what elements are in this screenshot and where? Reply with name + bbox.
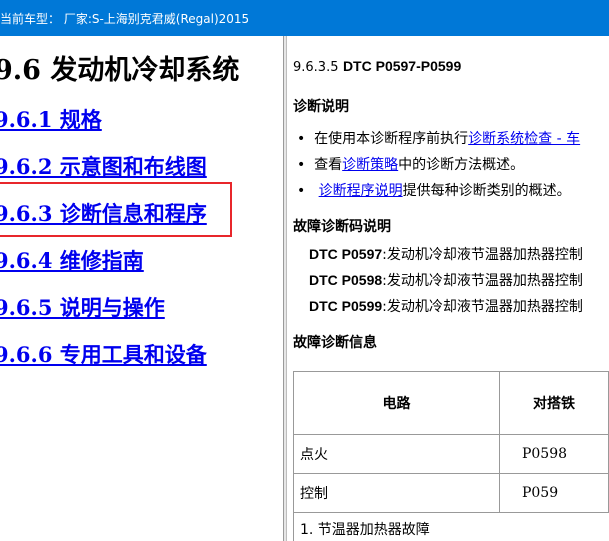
dtc-code: DTC P0597	[309, 246, 383, 262]
table-header-circuit: 电路	[293, 371, 500, 435]
bullet-dot-icon: •	[297, 157, 306, 173]
dtc-item: DTC P0597:发动机冷却液节温器加热器控制	[309, 244, 583, 264]
toc-link-special-tools[interactable]: 9.6.6 专用工具和设备	[0, 339, 207, 369]
dtc-item: DTC P0599:发动机冷却液节温器加热器控制	[309, 296, 583, 316]
bullet-text: 提供每种诊断类别的概述。	[402, 183, 571, 199]
diagnostic-procedure-link[interactable]: 诊断程序说明	[319, 183, 403, 199]
table-row: 点火 P0598	[293, 434, 609, 474]
diagnostic-strategy-link[interactable]: 诊断策略	[342, 157, 398, 173]
dtc-code: DTC P0599	[309, 298, 383, 314]
dtc-code: DTC P0598	[309, 272, 383, 288]
table-footnote: 1. 节温器加热器故障	[293, 512, 609, 541]
table-row: 控制 P059	[293, 473, 609, 513]
toc-link-specifications[interactable]: 9.6.1 规格	[0, 104, 102, 134]
bullet-text: 中的诊断方法概述。	[398, 157, 525, 173]
diagnostic-info-table: 电路 对搭铁 点火 P0598 控制 P059	[293, 371, 609, 513]
bullet-item: • 在使用本诊断程序前执行诊断系统检查 - 车	[297, 128, 580, 148]
toc-link-repair-instructions[interactable]: 9.6.4 维修指南	[0, 245, 144, 275]
table-cell: 控制	[293, 473, 500, 513]
diagnostic-description-heading: 诊断说明	[293, 99, 349, 115]
toc-pane: 9.6 发动机冷却系统 9.6.1 规格 9.6.2 示意图和布线图 9.6.3…	[0, 36, 283, 541]
table-header-short-to-ground: 对搭铁	[498, 371, 609, 435]
section-header: 9.6.3.5 DTC P0597-P0599	[293, 58, 461, 75]
toc-link-schematics[interactable]: 9.6.2 示意图和布线图	[0, 151, 207, 181]
table-header-row: 电路 对搭铁	[293, 371, 609, 435]
diagnostic-system-check-link[interactable]: 诊断系统检查 - 车	[468, 131, 580, 147]
bullet-text: 在使用本诊断程序前执行	[314, 131, 469, 147]
content-pane: 9.6.3.5 DTC P0597-P0599 诊断说明 • 在使用本诊断程序前…	[287, 36, 609, 541]
title-bar: 当前车型： 厂家:S-上海别克君威(Regal)2015	[0, 0, 609, 36]
toc-link-description-operation[interactable]: 9.6.5 说明与操作	[0, 292, 165, 322]
table-cell: P0598	[498, 434, 609, 474]
section-number: 9.6.3.5	[293, 60, 339, 75]
bullet-dot-icon: •	[297, 131, 306, 147]
table-cell: 点火	[293, 434, 500, 474]
selection-highlight	[0, 182, 232, 237]
section-title: DTC P0597-P0599	[342, 58, 462, 74]
diagnostic-info-heading: 故障诊断信息	[293, 335, 377, 351]
bullet-dot-icon: •	[297, 183, 306, 199]
table-cell: P059	[498, 473, 609, 513]
dtc-description: :发动机冷却液节温器加热器控制	[382, 273, 583, 289]
toc-heading: 9.6 发动机冷却系统	[0, 55, 240, 86]
dtc-description-heading: 故障诊断码说明	[293, 219, 391, 235]
window-title: 当前车型： 厂家:S-上海别克君威(Regal)2015	[0, 12, 250, 26]
bullet-text: 查看	[314, 157, 343, 173]
bullet-item: • 诊断程序说明提供每种诊断类别的概述。	[297, 180, 571, 200]
dtc-item: DTC P0598:发动机冷却液节温器加热器控制	[309, 270, 583, 290]
dtc-description: :发动机冷却液节温器加热器控制	[382, 299, 583, 315]
dtc-description: :发动机冷却液节温器加热器控制	[382, 247, 583, 263]
bullet-item: • 查看诊断策略中的诊断方法概述。	[297, 154, 524, 174]
